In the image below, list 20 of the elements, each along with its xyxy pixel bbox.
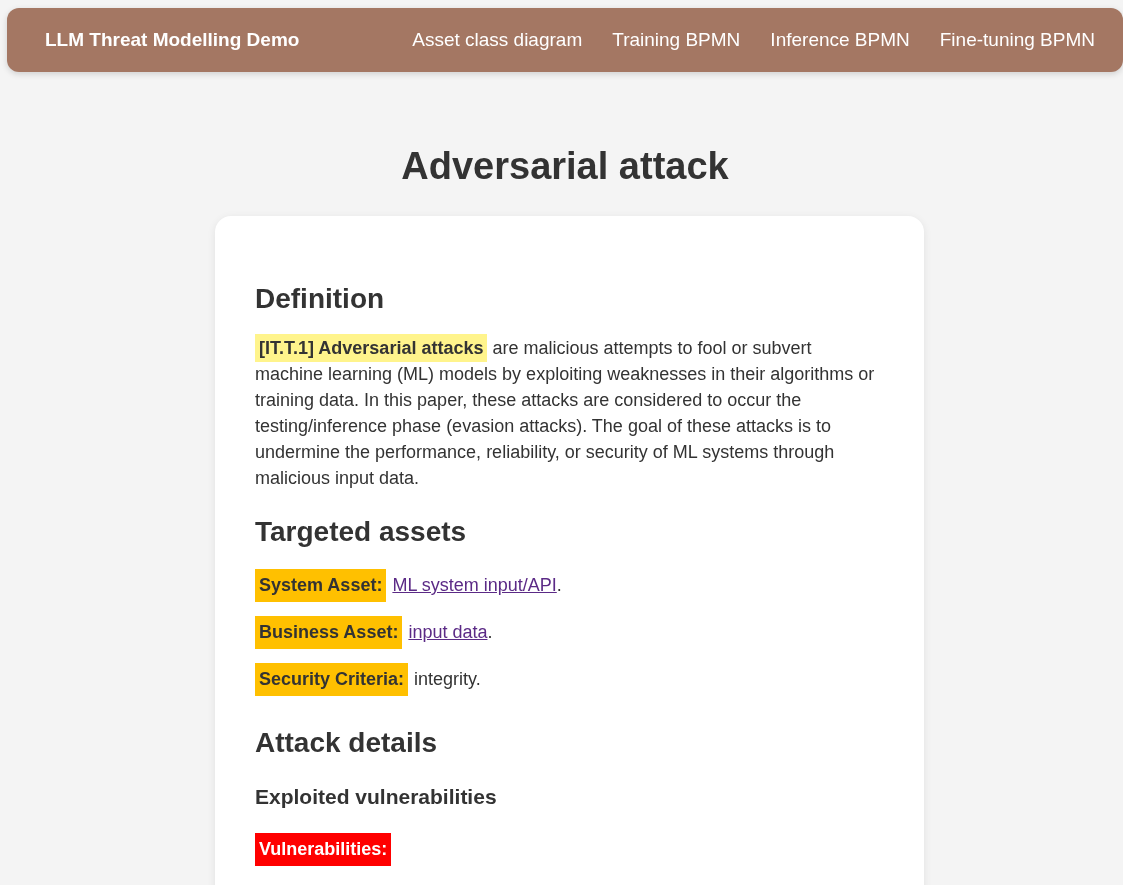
nav-link[interactable]: Fine-tuning BPMN xyxy=(939,29,1095,51)
section-heading: Definition xyxy=(255,281,386,316)
definition-text: [IT.T.1] Adversarial attacks are malicious attempts to fool or subvert machine learning (ML) models by exploiting weaknesses in their algorithms or training data. In this paper, these attacks are considered to occur the testing/inference phase (evasion attacks). The goal of these attacks is to undermine the performance, reliability, or security of ML systems through malicious input data. xyxy=(255,335,884,492)
nav-link[interactable]: Training BPMN xyxy=(612,29,741,51)
vulnerabilities-label: Vulnerabilities: xyxy=(255,833,392,867)
asset-value: integrity. xyxy=(414,668,481,690)
asset-label: Security Criteria: xyxy=(255,662,409,696)
section-heading: Targeted assets xyxy=(255,515,468,549)
period-text: . xyxy=(487,621,493,643)
asset-link[interactable]: input data xyxy=(408,621,488,643)
brand-link[interactable]: LLM Threat Modelling Demo xyxy=(45,29,300,51)
nav-link[interactable]: Inference BPMN xyxy=(770,29,910,51)
asset-label: Business Asset: xyxy=(255,615,403,649)
asset-label: System Asset: xyxy=(255,568,387,602)
asset-link[interactable]: ML system input/API xyxy=(392,574,557,596)
period-text: . xyxy=(556,574,562,596)
subsection-heading: Exploited vulnerabilities xyxy=(255,785,498,810)
section-heading: Attack details xyxy=(255,725,439,760)
page-title: Adversarial attack xyxy=(400,144,730,189)
nav-link[interactable]: Asset class diagram xyxy=(412,29,583,51)
